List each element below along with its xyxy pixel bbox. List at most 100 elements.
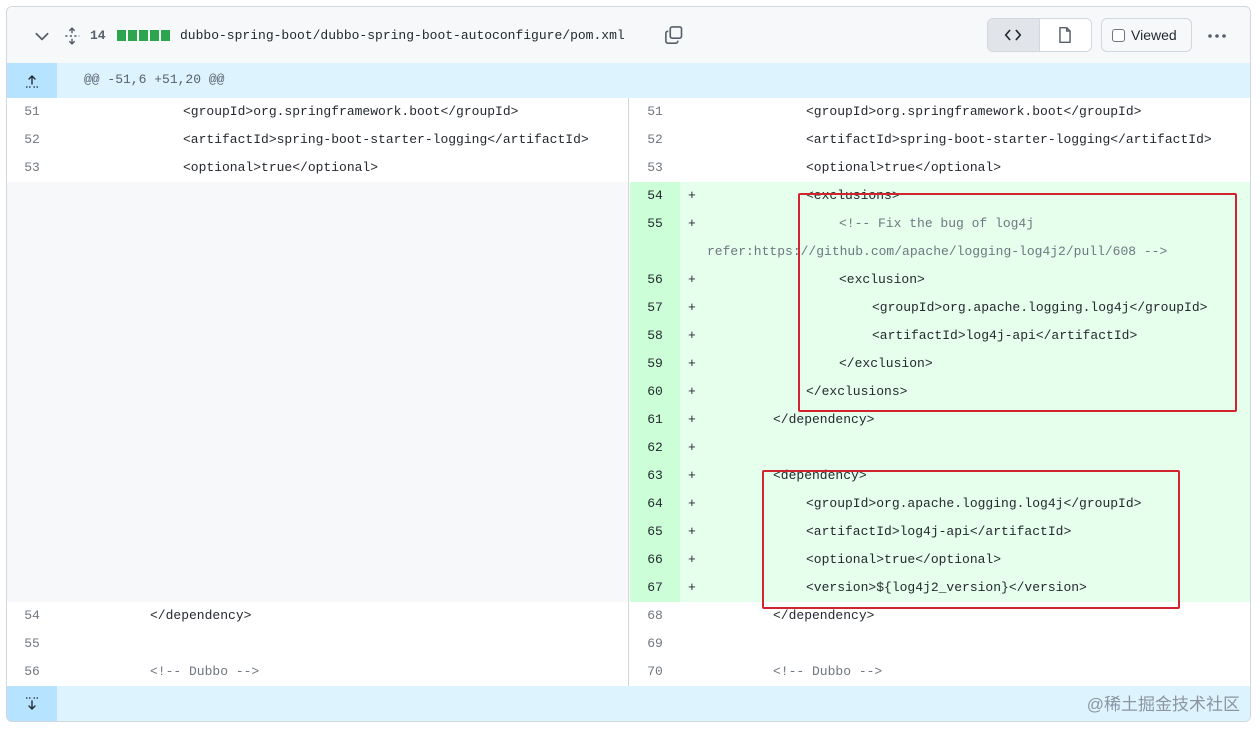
line-number[interactable]: 55	[630, 210, 680, 266]
rich-view-button[interactable]	[1039, 19, 1091, 51]
line-number[interactable]: 68	[630, 602, 680, 630]
line-number[interactable]: 56	[630, 266, 680, 294]
line-number[interactable]: 56	[7, 658, 57, 686]
line-number[interactable]: 65	[630, 518, 680, 546]
code-line: </dependency>	[773, 608, 875, 623]
line-number[interactable]: 53	[630, 154, 680, 182]
line-number[interactable]: 52	[630, 126, 680, 154]
code-line: <!-- Dubbo -->	[773, 664, 883, 679]
unfold-icon[interactable]	[63, 27, 81, 45]
expand-down-icon	[26, 696, 38, 710]
line-number[interactable]: 58	[630, 322, 680, 350]
code-line: <optional>true</optional>	[806, 160, 1002, 175]
code-line: <optional>true</optional>	[183, 160, 379, 175]
line-number[interactable]: 67	[630, 574, 680, 602]
code-line: </dependency>	[773, 412, 875, 427]
code-line: <groupId>org.apache.logging.log4j</group…	[872, 300, 1208, 315]
added-line: 54 + <exclusions>	[630, 182, 1250, 210]
chevron-down-icon[interactable]	[33, 27, 51, 45]
code-line: <!-- Fix the bug of log4j	[839, 216, 1035, 231]
added-line: 66 + <optional>true</optional>	[630, 546, 1250, 574]
diff-line: 56 <!-- Dubbo -->	[7, 658, 628, 686]
file-path[interactable]: dubbo-spring-boot/dubbo-spring-boot-auto…	[180, 28, 625, 43]
addition-marker: +	[688, 440, 696, 455]
line-number[interactable]: 69	[630, 630, 680, 658]
line-number[interactable]: 51	[630, 98, 680, 126]
viewed-label: Viewed	[1131, 27, 1177, 43]
diffstat-bar	[117, 30, 126, 41]
diffstat-bar	[161, 30, 170, 41]
file-header: 14 dubbo-spring-boot/dubbo-spring-boot-a…	[7, 7, 1250, 64]
diff-line: 54 </dependency>	[7, 602, 628, 630]
line-number[interactable]: 54	[630, 182, 680, 210]
line-number[interactable]: 64	[630, 490, 680, 518]
code-line: <exclusion>	[839, 272, 925, 287]
code-line: <groupId>org.springframework.boot</group…	[806, 104, 1142, 119]
expand-down-button[interactable]	[7, 686, 57, 721]
code-view-button[interactable]	[988, 19, 1040, 51]
line-number[interactable]: 54	[7, 602, 57, 630]
file-icon	[1059, 26, 1072, 44]
diff-line: 51 <groupId>org.springframework.boot</gr…	[7, 98, 628, 126]
code-line: </exclusions>	[806, 384, 908, 399]
diffstat-bar	[139, 30, 148, 41]
added-line: 63 + <dependency>	[630, 462, 1250, 490]
line-number[interactable]: 62	[630, 434, 680, 462]
addition-marker: +	[688, 272, 696, 287]
watermark: @稀土掘金技术社区	[1086, 695, 1240, 714]
copy-icon[interactable]	[664, 25, 684, 45]
expand-up-button[interactable]	[7, 63, 57, 98]
diff-line: 52 <artifactId>spring-boot-starter-loggi…	[630, 126, 1250, 154]
addition-marker: +	[688, 384, 696, 399]
diffstat-bar	[128, 30, 137, 41]
code-line: </exclusion>	[839, 356, 933, 371]
viewed-checkbox-button[interactable]: Viewed	[1101, 18, 1192, 52]
new-file-side: 51 <groupId>org.springframework.boot</gr…	[630, 98, 1250, 686]
addition-marker: +	[688, 552, 696, 567]
addition-marker: +	[688, 188, 696, 203]
addition-marker: +	[688, 216, 696, 231]
line-number[interactable]: 53	[7, 154, 57, 182]
diff-line: 52 <artifactId>spring-boot-starter-loggi…	[7, 126, 628, 154]
line-number[interactable]: 66	[630, 546, 680, 574]
code-line-wrapped: refer:https://github.com/apache/logging-…	[707, 244, 1168, 259]
addition-marker: +	[688, 356, 696, 371]
diffstat-bars	[117, 30, 170, 41]
line-number[interactable]: 55	[7, 630, 57, 658]
added-line: 62 +	[630, 434, 1250, 462]
added-line: 64 + <groupId>org.apache.logging.log4j</…	[630, 490, 1250, 518]
code-line: <exclusions>	[806, 188, 900, 203]
added-line: 60 + </exclusions>	[630, 378, 1250, 406]
hunk-header-text: @@ -51,6 +51,20 @@	[84, 72, 225, 87]
line-number[interactable]: 63	[630, 462, 680, 490]
changed-lines-count: 14	[90, 28, 106, 43]
diff-line: 68 </dependency>	[630, 602, 1250, 630]
line-number[interactable]: 70	[630, 658, 680, 686]
line-number[interactable]: 59	[630, 350, 680, 378]
code-line: <artifactId>log4j-api</artifactId>	[806, 524, 1072, 539]
code-line: <dependency>	[773, 468, 867, 483]
old-file-side: 51 <groupId>org.springframework.boot</gr…	[7, 98, 629, 686]
diff-line: 53 <optional>true</optional>	[7, 154, 628, 182]
split-diff: 51 <groupId>org.springframework.boot</gr…	[7, 98, 1250, 686]
line-number[interactable]: 51	[7, 98, 57, 126]
added-line: 58 + <artifactId>log4j-api</artifactId>	[630, 322, 1250, 350]
line-number[interactable]: 57	[630, 294, 680, 322]
line-number[interactable]: 60	[630, 378, 680, 406]
addition-marker: +	[688, 412, 696, 427]
added-line: 67 + <version>${log4j2_version}</version…	[630, 574, 1250, 602]
code-line: <version>${log4j2_version}</version>	[806, 580, 1087, 595]
hunk-footer: @稀土掘金技术社区	[7, 686, 1250, 721]
line-number[interactable]: 52	[7, 126, 57, 154]
code-line: <optional>true</optional>	[806, 552, 1002, 567]
added-line: 59 + </exclusion>	[630, 350, 1250, 378]
diff-file: 14 dubbo-spring-boot/dubbo-spring-boot-a…	[6, 6, 1251, 722]
added-line: 55 + <!-- Fix the bug of log4j refer:htt…	[630, 210, 1250, 266]
line-number[interactable]: 61	[630, 406, 680, 434]
diff-line: 55	[7, 630, 628, 658]
empty-placeholder	[7, 182, 628, 602]
code-line: <artifactId>spring-boot-starter-logging<…	[183, 132, 589, 147]
kebab-horizontal-icon[interactable]	[1206, 26, 1228, 46]
viewed-checkbox[interactable]	[1112, 28, 1125, 42]
hunk-header: @@ -51,6 +51,20 @@	[7, 63, 1250, 98]
